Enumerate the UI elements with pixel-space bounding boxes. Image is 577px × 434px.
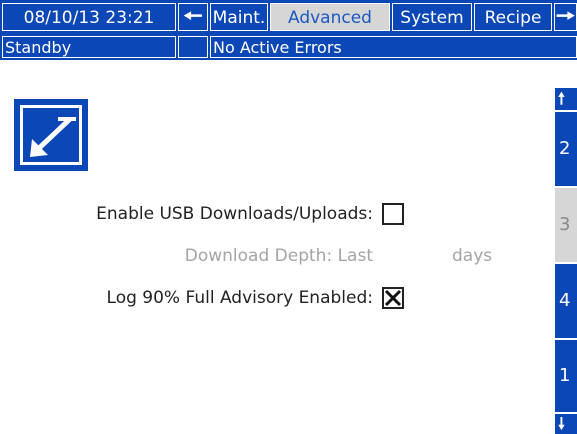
- down-arrow-icon[interactable]: 🠗: [555, 412, 577, 434]
- page-selector: 🠕 2 3 4 1 🠗: [555, 86, 577, 434]
- page-button-1[interactable]: 1: [555, 338, 577, 412]
- status-indicator: [178, 36, 208, 58]
- tab-maint[interactable]: Maint.: [210, 3, 268, 31]
- usb-downloads-label: Enable USB Downloads/Uploads:: [96, 204, 373, 224]
- right-arrow-icon[interactable]: 🠖: [554, 3, 577, 31]
- log-advisory-label: Log 90% Full Advisory Enabled:: [106, 288, 373, 308]
- log-advisory-checkbox[interactable]: [382, 287, 404, 309]
- tab-advanced[interactable]: Advanced: [270, 3, 390, 31]
- page-button-2[interactable]: 2: [555, 110, 577, 186]
- download-depth-label: Download Depth: Last: [184, 246, 373, 266]
- error-status: No Active Errors: [210, 36, 577, 58]
- download-depth-unit: days: [452, 246, 493, 266]
- usb-downloads-checkbox[interactable]: [382, 203, 404, 225]
- edit-arrow-icon: [30, 117, 76, 157]
- up-arrow-icon[interactable]: 🠕: [555, 86, 577, 110]
- page-button-3[interactable]: 3: [555, 186, 577, 262]
- tab-system[interactable]: System: [392, 3, 472, 31]
- page-button-4[interactable]: 4: [555, 262, 577, 338]
- tab-recipe[interactable]: Recipe: [474, 3, 552, 31]
- left-arrow-icon[interactable]: 🠔: [178, 3, 208, 31]
- mode-status: Standby: [2, 36, 176, 58]
- checkmark-x-icon: [384, 289, 402, 307]
- top-nav-bar: 08/10/13 23:21 🠔 Maint. Advanced System …: [0, 0, 577, 34]
- status-bar: Standby No Active Errors: [0, 34, 577, 60]
- edit-setup-icon[interactable]: [14, 99, 88, 171]
- datetime-display: 08/10/13 23:21: [2, 3, 176, 31]
